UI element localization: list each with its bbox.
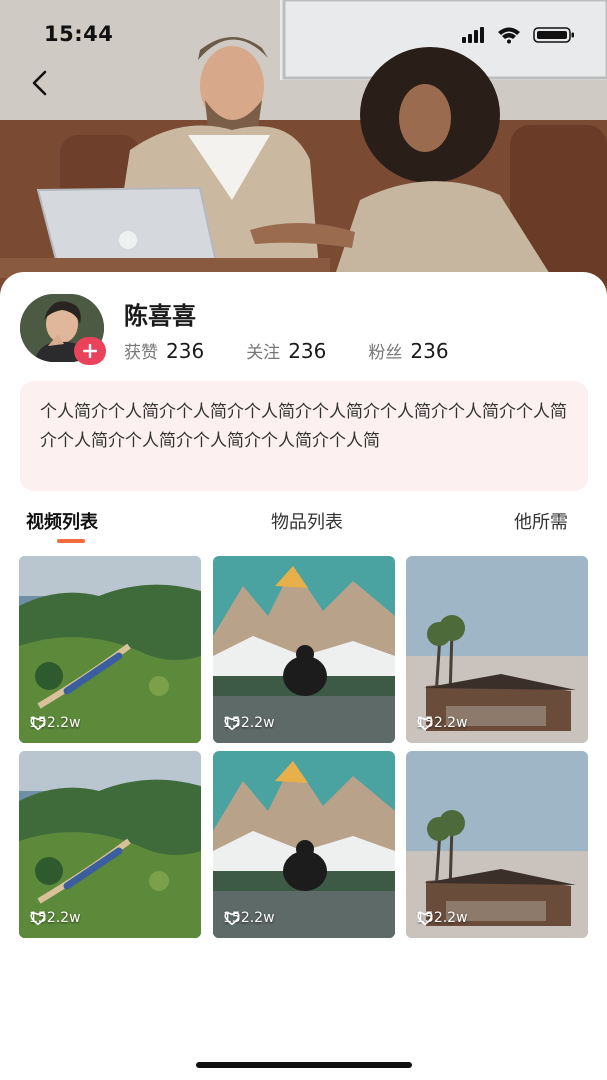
wifi-icon — [498, 27, 520, 44]
stat-label: 关注 — [246, 343, 281, 363]
like-count: 152.2w — [223, 910, 275, 926]
video-card[interactable]: 152.2w — [19, 556, 201, 743]
signal-icon — [462, 27, 484, 43]
plus-icon — [83, 344, 97, 358]
stat-value: 236 — [166, 339, 205, 363]
heart-icon — [417, 912, 433, 926]
status-bar: 15:44 — [0, 0, 607, 70]
tab-items[interactable]: 物品列表 — [271, 508, 343, 534]
like-count: 152.2w — [29, 715, 81, 731]
like-count: 152.2w — [416, 715, 468, 731]
status-icons — [462, 27, 574, 44]
heart-icon — [30, 912, 46, 926]
video-card[interactable]: 152.2w — [213, 751, 395, 938]
like-count: 152.2w — [29, 910, 81, 926]
video-card[interactable]: 152.2w — [213, 556, 395, 743]
active-tab-indicator — [57, 539, 85, 543]
like-count: 152.2w — [223, 715, 275, 731]
heart-icon — [30, 717, 46, 731]
heart-icon — [224, 912, 240, 926]
content-tabs: 视频列表 物品列表 他所需 — [0, 508, 607, 548]
stat-label: 获赞 — [124, 343, 158, 363]
profile-stats: 获赞 236 关注 236 粉丝 236 — [124, 338, 491, 363]
stat-likes[interactable]: 获赞 236 — [124, 338, 204, 363]
profile-bio: 个人简介个人简介个人简介个人简介个人简介个人简介个人简介个人简介个人简介个人简介… — [20, 381, 588, 491]
follow-button[interactable] — [74, 337, 106, 365]
tab-needs[interactable]: 他所需 — [514, 508, 568, 534]
heart-icon — [224, 717, 240, 731]
battery-icon — [533, 27, 574, 43]
back-button[interactable] — [22, 66, 56, 100]
stat-value: 236 — [410, 339, 449, 363]
user-name: 陈喜喜 — [124, 302, 196, 330]
stat-followers[interactable]: 粉丝 236 — [368, 338, 448, 363]
video-card[interactable]: 152.2w — [406, 556, 588, 743]
home-indicator[interactable] — [196, 1062, 412, 1068]
video-card[interactable]: 152.2w — [406, 751, 588, 938]
tab-videos[interactable]: 视频列表 — [26, 508, 98, 534]
video-card[interactable]: 152.2w — [19, 751, 201, 938]
status-time: 15:44 — [44, 22, 114, 46]
heart-icon — [417, 717, 433, 731]
stat-value: 236 — [288, 339, 327, 363]
chevron-left-icon — [32, 70, 47, 96]
stat-following[interactable]: 关注 236 — [246, 338, 326, 363]
like-count: 152.2w — [416, 910, 468, 926]
stat-label: 粉丝 — [368, 343, 403, 363]
